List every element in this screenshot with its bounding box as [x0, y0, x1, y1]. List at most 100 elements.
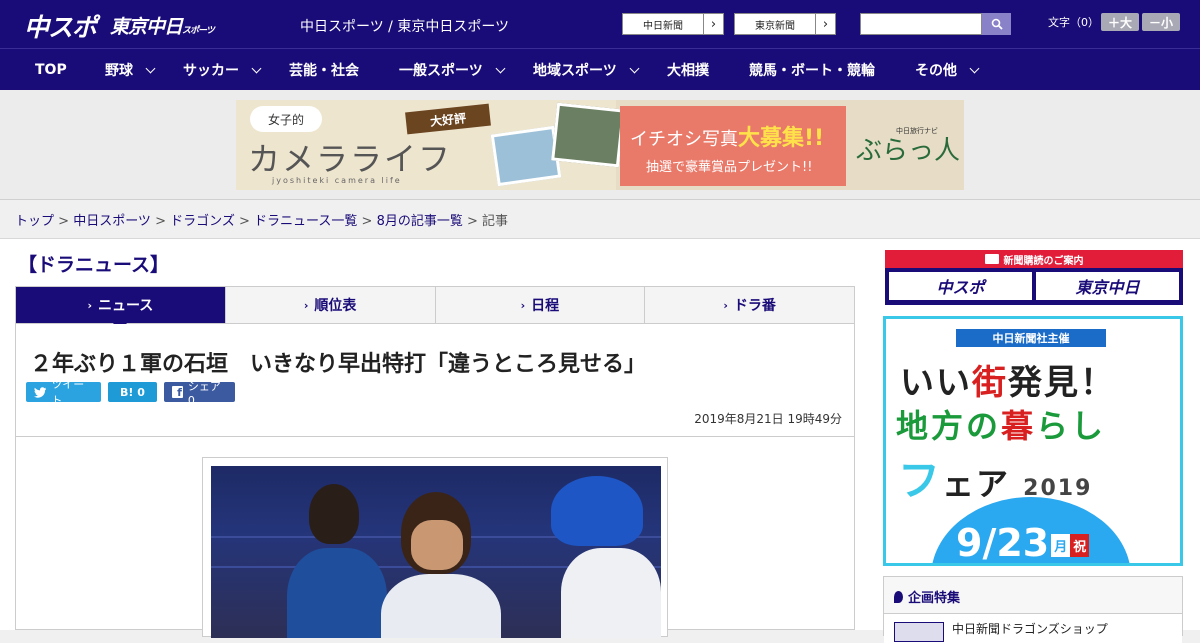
nav-sumo[interactable]: 大相撲 — [667, 49, 709, 91]
tokyo-shimbun-link[interactable]: 東京新聞 › — [734, 13, 836, 35]
nav-general-sports[interactable]: 一般スポーツ — [399, 49, 506, 91]
tab-schedule[interactable]: › 日程 — [434, 287, 645, 323]
nav-baseball-label: 野球 — [105, 63, 133, 79]
feature-item-dragons-shop[interactable]: 中日新聞ドラゴンズショップ — [884, 613, 1182, 643]
nav-top[interactable]: TOP — [35, 49, 67, 91]
twitter-icon — [34, 386, 47, 398]
photo-player-body-center — [381, 574, 501, 638]
chevron-down-icon — [251, 63, 262, 73]
tab-standings[interactable]: › 順位表 — [224, 287, 435, 323]
chevron-down-icon — [969, 63, 980, 73]
chevron-right-icon: › — [520, 298, 526, 312]
breadcrumb-sep: > — [150, 214, 171, 229]
nav-local-sports-label: 地域スポーツ — [533, 63, 617, 79]
article: ２年ぶり１軍の石垣 いきなり早出特打「違うところ見せる」 ツイート B! 0 f… — [15, 324, 855, 638]
font-smaller-button[interactable]: －小 — [1142, 13, 1180, 31]
breadcrumb-sep: > — [234, 214, 255, 229]
banner-area: 女子的 カメラライフ jyoshiteki camera life 大好評 イチ… — [0, 90, 1200, 200]
nav-soccer[interactable]: サッカー — [183, 49, 262, 91]
local-life-fair-banner[interactable]: 中日新聞社主催 いい街発見！ 地方の暮らし フェア 2019 9/23 月祝 — [883, 316, 1183, 566]
tokyo-chunichi-logo-text: 東京中日 — [110, 16, 183, 38]
hatena-label: B! 0 — [120, 385, 145, 399]
banner-right-panel: イチオシ写真大募集!! 抽選で豪華賞品プレゼント!! — [620, 106, 846, 186]
feature-head: 企画特集 — [894, 587, 960, 606]
fair-line1: いい街発見！ — [900, 355, 1116, 404]
subscribe-head: 新聞購読のご案内 — [885, 250, 1183, 268]
nav-racing-label: 競馬・ボート・競輪 — [749, 63, 875, 79]
nav-sumo-label: 大相撲 — [667, 63, 709, 79]
chunichi-shimbun-link[interactable]: 中日新聞 › — [622, 13, 724, 35]
top-bar: 中スポ 東京中日スポーツ 中日スポーツ / 東京中日スポーツ 中日新聞 › 東京… — [0, 0, 1200, 48]
nav-racing[interactable]: 競馬・ボート・競輪 — [749, 49, 875, 91]
font-larger-button[interactable]: ＋大 — [1101, 13, 1139, 31]
photo-player-helmet-right — [551, 476, 643, 546]
search-icon — [991, 18, 1003, 30]
photo-player-head-left — [309, 484, 359, 544]
feature-thumb — [894, 622, 944, 642]
subscribe-logos: 中スポ 東京中日 — [885, 268, 1183, 304]
banner-photo-2 — [551, 102, 625, 168]
chevron-down-icon — [495, 63, 506, 73]
subscribe-box: 新聞購読のご案内 中スポ 東京中日 — [885, 250, 1183, 305]
fair-day: 月 — [1051, 534, 1071, 557]
banner-title: カメラライフ — [248, 140, 453, 178]
banner-bubble: 女子的 — [250, 106, 322, 132]
chuspo-logo[interactable]: 中スポ — [24, 8, 97, 44]
breadcrumb-chunichi-sports[interactable]: 中日スポーツ — [73, 214, 151, 229]
nav-soccer-label: サッカー — [183, 63, 239, 79]
pin-icon — [894, 591, 903, 603]
tab-dra-ban[interactable]: › ドラ番 — [644, 287, 854, 323]
banner-brand: ぶらっ人 — [856, 136, 961, 166]
tweet-button[interactable]: ツイート — [26, 378, 101, 407]
tokyo-shimbun-label: 東京新聞 — [755, 20, 795, 32]
camera-life-banner[interactable]: 女子的 カメラライフ jyoshiteki camera life 大好評 イチ… — [236, 100, 964, 190]
nav-other[interactable]: その他 — [915, 49, 980, 91]
feature-item-label: 中日新聞ドラゴンズショップ — [952, 622, 1108, 636]
subscribe-chuspo-link[interactable]: 中スポ — [889, 272, 1032, 300]
fair-holiday: 祝 — [1070, 534, 1090, 557]
banner-headline-pre: イチオシ写真 — [630, 129, 738, 150]
feature-head-label: 企画特集 — [908, 591, 961, 606]
chevron-right-icon: › — [703, 14, 723, 34]
chevron-right-icon: › — [815, 14, 835, 34]
tab-standings-label: 順位表 — [314, 298, 357, 314]
breadcrumb-current: 記事 — [482, 214, 509, 229]
banner-headline: イチオシ写真大募集!! — [630, 120, 824, 152]
search-input[interactable] — [860, 13, 982, 35]
tab-news[interactable]: › ニュース — [16, 287, 225, 331]
fair-line2b: 暮 — [1001, 407, 1037, 445]
breadcrumb-august-list[interactable]: 8月の記事一覧 — [377, 214, 463, 229]
fair-host: 中日新聞社主催 — [956, 329, 1106, 347]
subscribe-tokyo-chunichi-link[interactable]: 東京中日 — [1036, 272, 1179, 300]
facebook-icon: f — [172, 386, 183, 398]
hatena-button[interactable]: B! 0 — [108, 382, 157, 402]
breadcrumb-top[interactable]: トップ — [15, 214, 54, 229]
site-title: 中日スポーツ / 東京中日スポーツ — [300, 19, 510, 35]
breadcrumb-sep: > — [54, 214, 74, 229]
fair-line3a: フ — [898, 456, 943, 505]
banner-line2: 抽選で豪華賞品プレゼント!! — [646, 160, 813, 175]
breadcrumb-sep: > — [462, 214, 483, 229]
newspaper-icon — [984, 254, 999, 264]
facebook-share-button[interactable]: f シェア 0 — [164, 380, 235, 407]
banner-headline-em: 大募集!! — [738, 126, 825, 151]
breadcrumb-dragons[interactable]: ドラゴンズ — [170, 214, 235, 229]
subscribe-head-label: 新聞購読のご案内 — [1003, 255, 1084, 267]
tab-schedule-label: 日程 — [531, 298, 560, 314]
nav-entertainment[interactable]: 芸能・社会 — [289, 49, 359, 91]
section-title: 【ドラニュース】 — [18, 254, 170, 276]
chevron-right-icon: › — [723, 298, 728, 312]
fair-line1a: いい — [900, 363, 972, 403]
search-button[interactable] — [982, 13, 1011, 35]
breadcrumb-dra-news-list[interactable]: ドラニュース一覧 — [254, 214, 357, 229]
fair-line1b: 街 — [972, 363, 1008, 403]
tokyo-chunichi-logo[interactable]: 東京中日スポーツ — [110, 12, 215, 39]
facebook-share-label: シェア 0 — [187, 379, 221, 407]
tokyo-chunichi-logo-small: スポーツ — [182, 26, 215, 36]
nav-baseball[interactable]: 野球 — [105, 49, 156, 91]
article-date: 2019年8月21日 19時49分 — [694, 412, 842, 426]
nav-general-sports-label: 一般スポーツ — [399, 63, 483, 79]
article-photo[interactable] — [211, 466, 661, 638]
chevron-right-icon: › — [87, 298, 92, 312]
nav-local-sports[interactable]: 地域スポーツ — [533, 49, 640, 91]
